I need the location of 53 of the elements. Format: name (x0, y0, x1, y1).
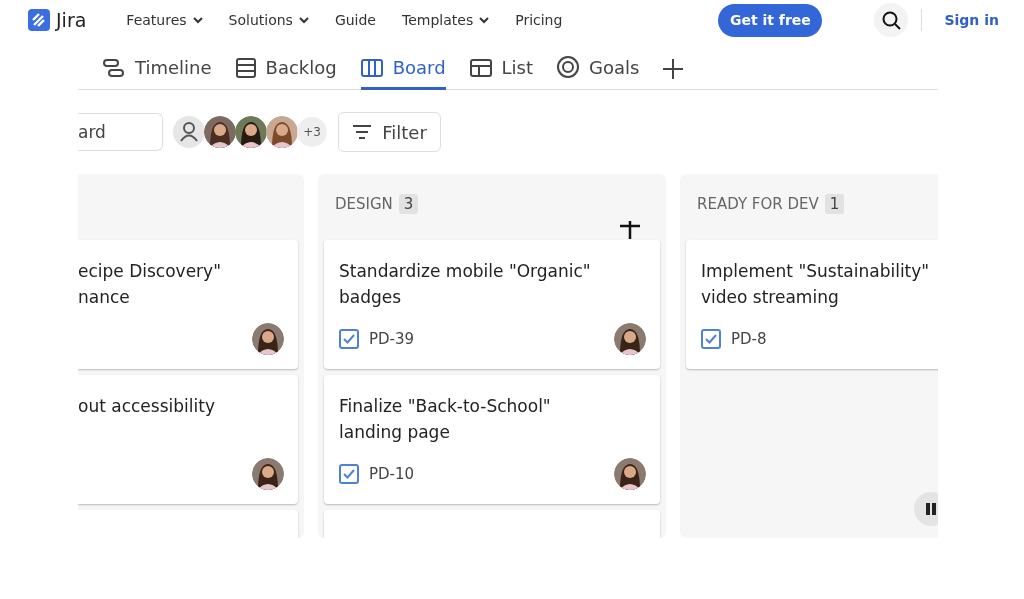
board-tab[interactable]: Backlog (235, 57, 337, 90)
search-button[interactable] (874, 3, 909, 37)
count-badge: 1 (824, 194, 845, 214)
board-tab[interactable]: Board (360, 57, 446, 90)
filter-button[interactable]: Filter (338, 112, 441, 152)
issue-key: PD-39 (369, 330, 415, 348)
issue-card[interactable]: out accessibility (78, 375, 298, 504)
get-it-free-button[interactable]: Get it free (718, 3, 823, 37)
count-badge: 3 (398, 194, 419, 214)
more-avatars-badge[interactable]: +3 (297, 117, 327, 147)
pause-icon (926, 503, 936, 515)
card-title: Finalize "Back-to-School" landing page (339, 395, 552, 444)
logo-icon[interactable] (28, 9, 50, 31)
crosshair-cursor-icon (620, 221, 640, 239)
issue-card[interactable]: Finalize "Back-to-School" landing page PD-10 (324, 375, 660, 504)
board-tab[interactable]: Goals (557, 56, 640, 90)
search-icon (881, 10, 901, 30)
issue-card[interactable]: ecipe Discovery" nance (78, 240, 298, 369)
issue-card[interactable]: Implement "Sustainability" video streaming PD-8 (686, 240, 938, 369)
target-icon (557, 56, 580, 78)
issue-key: PD-10 (369, 465, 415, 483)
user-icon[interactable] (173, 116, 205, 148)
board-icon (360, 58, 383, 77)
board-tab[interactable]: List (469, 57, 534, 90)
issue-key: PD-8 (731, 330, 767, 348)
nav-link[interactable]: Solutions (228, 12, 309, 28)
nav-link[interactable]: Guide (334, 12, 376, 28)
card-title: Standardize mobile "Organic" badges (339, 260, 592, 309)
board-tab[interactable]: Timeline (103, 57, 212, 90)
issue-card[interactable]: Standardize mobile "Organic" badges PD-39 (324, 240, 660, 369)
table-icon (469, 58, 492, 77)
sign-in-link[interactable]: Sign in (944, 12, 999, 28)
filter-icon (352, 124, 373, 140)
card-title: Implement "Sustainability" video streaming (701, 260, 931, 309)
checkbox-icon (339, 329, 359, 349)
card-title: ecipe Discovery" nance (78, 260, 222, 309)
pause-button[interactable] (914, 492, 938, 526)
timeline-icon (103, 58, 125, 77)
nav-link[interactable]: Features (126, 12, 203, 28)
checkbox-icon (701, 329, 721, 349)
avatar (204, 116, 236, 148)
backlog-icon (235, 57, 256, 78)
avatar (266, 116, 298, 148)
avatar (235, 116, 267, 148)
nav-link[interactable]: Pricing (515, 12, 563, 28)
card-title: out accessibility (78, 395, 216, 418)
column-title: DESIGN (335, 195, 393, 213)
column-title: READY FOR DEV (697, 195, 819, 213)
checkbox-icon (339, 464, 359, 484)
nav-link[interactable]: Templates (402, 12, 490, 28)
search-field[interactable]: ard (78, 113, 163, 151)
logo-text[interactable]: Jira (56, 9, 87, 31)
plus-icon[interactable] (663, 59, 684, 79)
